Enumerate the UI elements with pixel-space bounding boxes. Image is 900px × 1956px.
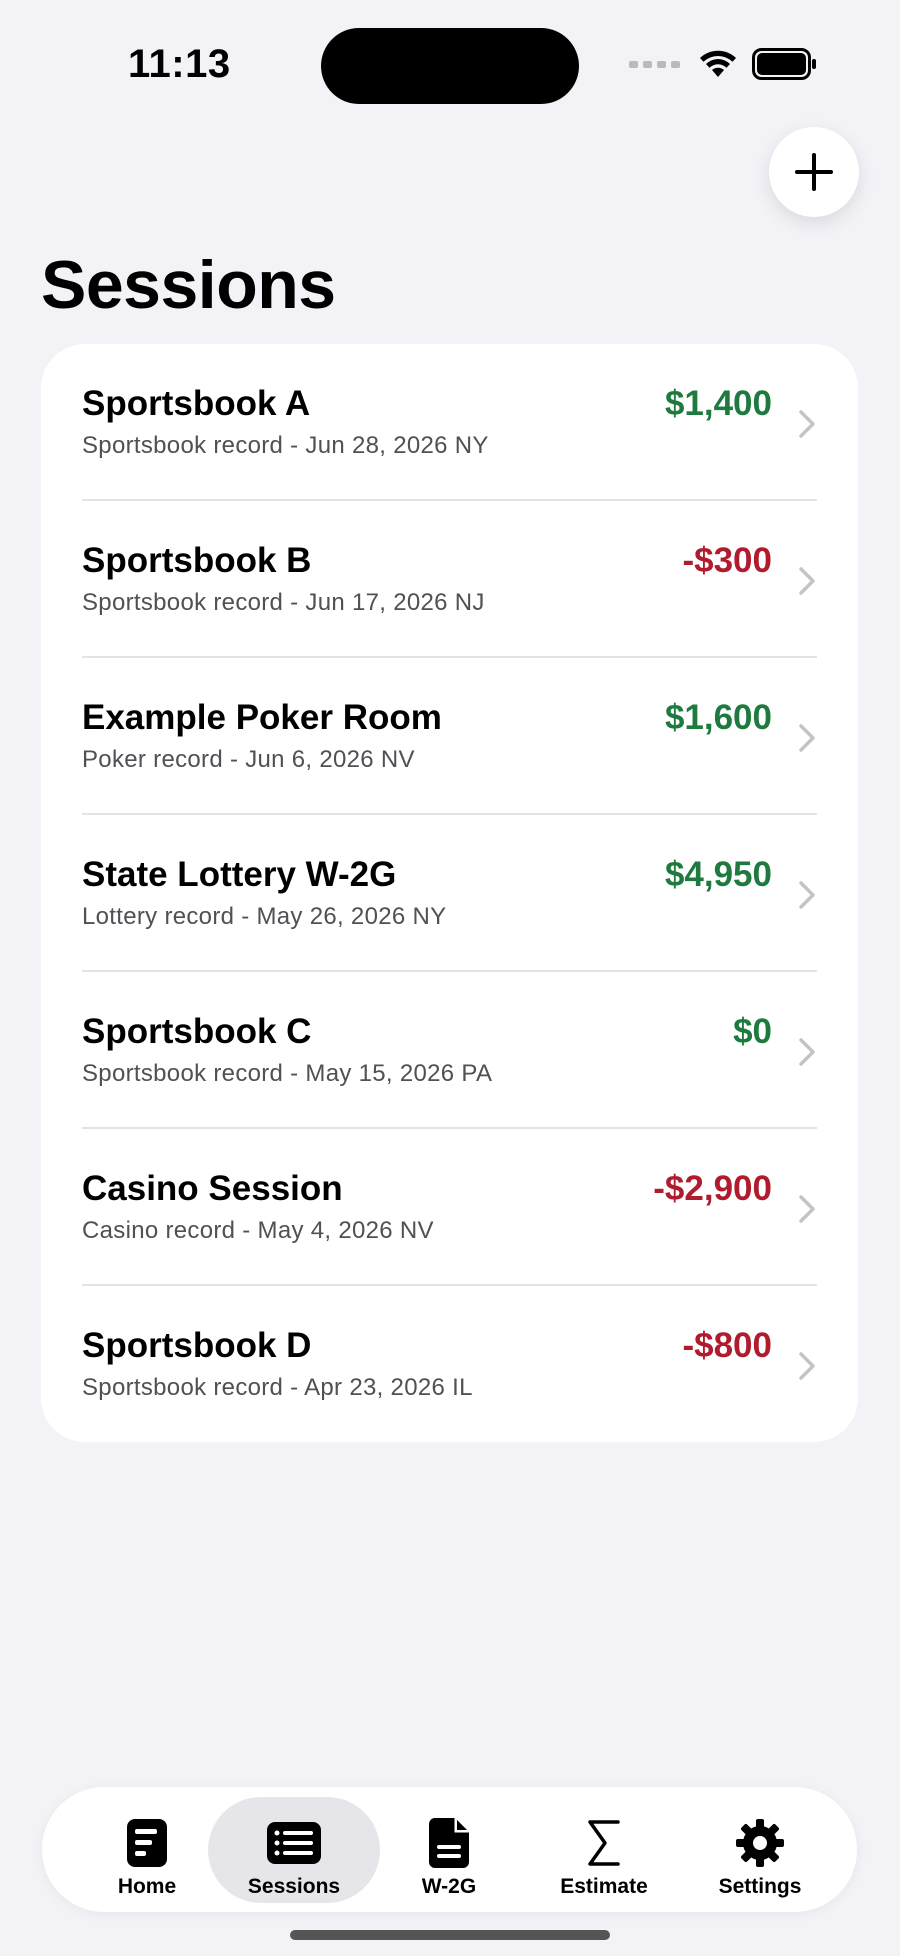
- session-row[interactable]: Sportsbook A Sportsbook record - Jun 28,…: [41, 344, 858, 501]
- session-name: Casino Session: [82, 1169, 343, 1208]
- session-name: Example Poker Room: [82, 698, 442, 737]
- session-amount: $1,400: [664, 384, 772, 423]
- session-amount: $1,600: [664, 698, 772, 737]
- session-amount: $0: [733, 1012, 772, 1051]
- tab-estimate[interactable]: Estimate: [518, 1797, 690, 1903]
- session-name: Sportsbook B: [82, 541, 312, 580]
- add-session-button[interactable]: [769, 127, 859, 217]
- wifi-icon: [700, 50, 736, 77]
- session-subtitle: Sportsbook record - Apr 23, 2026 IL: [82, 1374, 473, 1401]
- tab-label: Estimate: [560, 1875, 648, 1898]
- tab-label: W-2G: [421, 1875, 477, 1898]
- home-indicator: [290, 1930, 610, 1940]
- session-subtitle: Casino record - May 4, 2026 NV: [82, 1217, 434, 1244]
- status-time: 11:13: [128, 42, 231, 86]
- session-subtitle: Sportsbook record - May 15, 2026 PA: [82, 1060, 493, 1087]
- session-row[interactable]: Sportsbook D Sportsbook record - Apr 23,…: [41, 1286, 858, 1442]
- home-document-icon: [127, 1819, 167, 1867]
- session-subtitle: Poker record - Jun 6, 2026 NV: [82, 746, 415, 773]
- page-title: Sessions: [41, 247, 336, 323]
- chevron-right-icon: [799, 724, 815, 752]
- session-subtitle: Lottery record - May 26, 2026 NY: [82, 903, 447, 930]
- chevron-right-icon: [799, 881, 815, 909]
- tab-settings[interactable]: Settings: [674, 1797, 846, 1903]
- session-amount: -$2,900: [653, 1169, 772, 1208]
- chevron-right-icon: [799, 567, 815, 595]
- document-icon: [428, 1818, 469, 1868]
- session-row[interactable]: Sportsbook B Sportsbook record - Jun 17,…: [41, 501, 858, 658]
- session-row[interactable]: Example Poker Room Poker record - Jun 6,…: [41, 658, 858, 815]
- gear-icon: [736, 1819, 784, 1867]
- session-amount: $4,950: [664, 855, 772, 894]
- status-icons: [629, 48, 818, 80]
- session-row[interactable]: Sportsbook C Sportsbook record - May 15,…: [41, 972, 858, 1129]
- plus-icon: [795, 153, 833, 191]
- session-subtitle: Sportsbook record - Jun 17, 2026 NJ: [82, 589, 485, 616]
- session-row[interactable]: Casino Session Casino record - May 4, 20…: [41, 1129, 858, 1286]
- cellular-signal-icon: [629, 60, 680, 68]
- sessions-list: Sportsbook A Sportsbook record - Jun 28,…: [41, 344, 858, 1442]
- status-bar: 11:13: [0, 0, 900, 130]
- tab-w2g[interactable]: W-2G: [363, 1797, 535, 1903]
- session-name: State Lottery W-2G: [82, 855, 397, 894]
- tab-label: Settings: [718, 1875, 802, 1898]
- session-subtitle: Sportsbook record - Jun 28, 2026 NY: [82, 432, 489, 459]
- chevron-right-icon: [799, 1038, 815, 1066]
- sigma-icon: [588, 1820, 620, 1866]
- session-amount: -$300: [682, 541, 772, 580]
- session-row[interactable]: State Lottery W-2G Lottery record - May …: [41, 815, 858, 972]
- session-name: Sportsbook C: [82, 1012, 312, 1051]
- tab-label: Home: [117, 1875, 177, 1898]
- dynamic-island: [321, 28, 579, 104]
- tab-bar: Home Sessions W-2G Estimate Settings: [42, 1787, 857, 1912]
- chevron-right-icon: [799, 1352, 815, 1380]
- list-icon: [267, 1822, 321, 1864]
- session-name: Sportsbook D: [82, 1326, 312, 1365]
- chevron-right-icon: [799, 1195, 815, 1223]
- chevron-right-icon: [799, 410, 815, 438]
- battery-icon: [752, 48, 816, 80]
- session-amount: -$800: [682, 1326, 772, 1365]
- tab-sessions[interactable]: Sessions: [208, 1797, 380, 1903]
- session-name: Sportsbook A: [82, 384, 311, 423]
- tab-label: Sessions: [247, 1875, 341, 1898]
